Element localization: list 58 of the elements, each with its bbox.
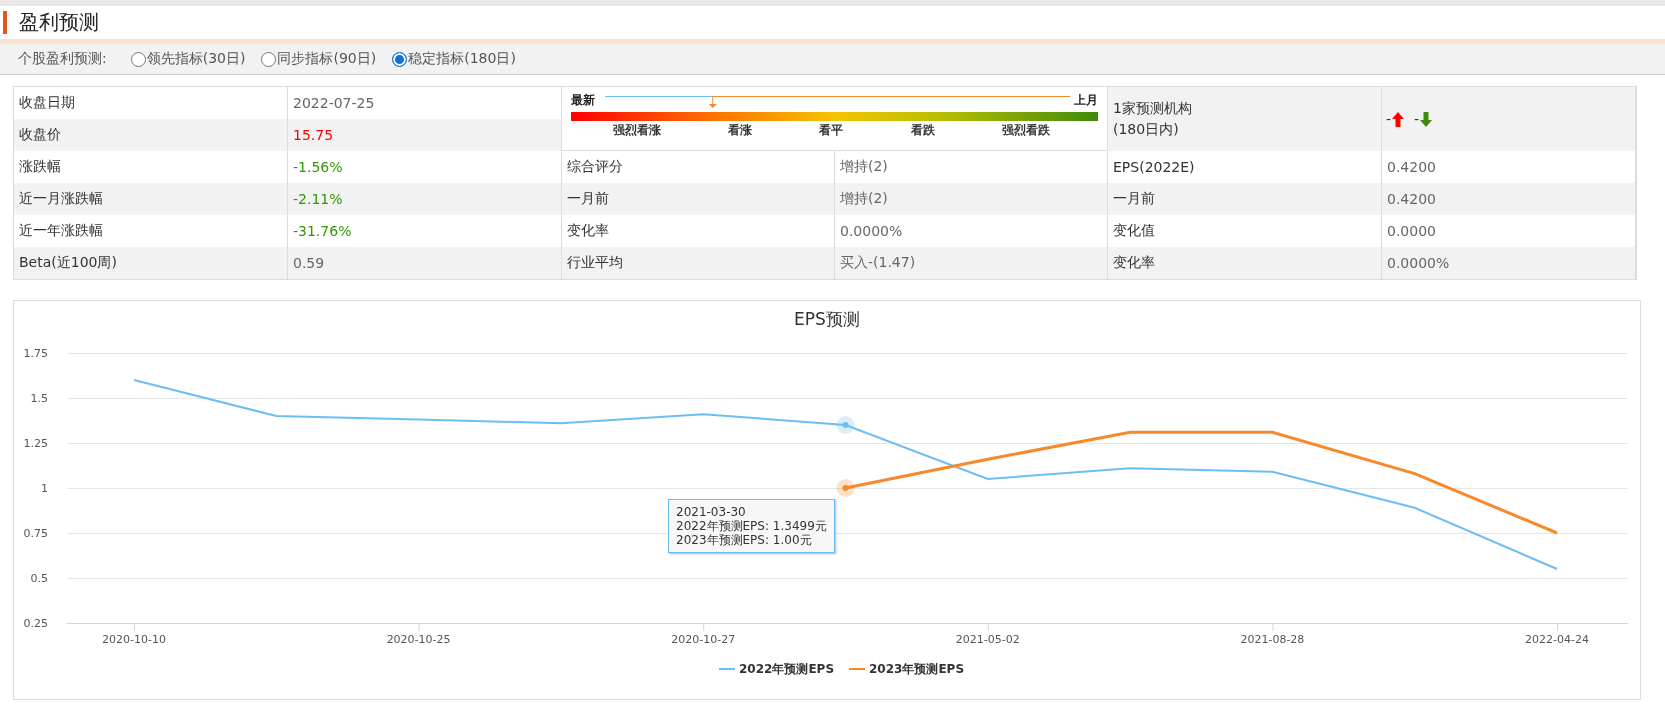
x-axis-label: 2020-10-27: [671, 633, 736, 646]
institution-count: 1家预测机构: [1113, 99, 1192, 118]
x-axis-label: 2020-10-25: [386, 633, 451, 646]
row-value: 增持(2): [835, 183, 1108, 215]
radio-option[interactable]: 同步指标(90日): [261, 50, 377, 68]
x-axis-label: 2021-05-02: [955, 633, 1020, 646]
up-arrow-icon: [1392, 111, 1405, 127]
y-axis-label: 1: [41, 482, 48, 495]
section-title: 盈利预测: [3, 11, 99, 34]
legend-item[interactable]: 2022年预测EPS: [718, 662, 835, 676]
y-axis-label: 0.25: [23, 617, 48, 630]
legend-label: 2022年预测EPS: [739, 662, 835, 676]
gauge-end-label: 上月: [1074, 92, 1098, 109]
radio-option[interactable]: 领先指标(30日): [130, 50, 246, 68]
legend-item[interactable]: 2023年预测EPS: [848, 662, 965, 676]
change-count: -: [1414, 111, 1420, 127]
row-value: 0.59: [288, 247, 562, 279]
row-label: 行业平均: [562, 247, 835, 279]
scale-label: 看跌: [910, 122, 935, 139]
row-value: 买入-(1.47): [835, 247, 1108, 279]
x-axis-label: 2021-08-28: [1240, 633, 1305, 646]
row-label: Beta(近100周): [14, 247, 288, 279]
y-axis-label: 1.75: [23, 347, 48, 360]
scale-label: 看涨: [728, 122, 753, 139]
tooltip-line: 2023年预测EPS: 1.00元: [676, 533, 813, 547]
row-label: 一月前: [562, 183, 835, 215]
row-label: 近一月涨跌幅: [14, 183, 288, 215]
row-value: 0.0000%: [1382, 247, 1636, 279]
scale-label: 强烈看涨: [612, 122, 661, 139]
scale-label: 强烈看跌: [1002, 122, 1051, 139]
tooltip-line: 2022年预测EPS: 1.3499元: [676, 519, 827, 533]
chart-title: EPS预测: [794, 309, 860, 329]
radio-button[interactable]: [261, 51, 277, 67]
y-axis-label: 1.5: [30, 392, 48, 405]
x-axis-label: 2022-04-24: [1525, 633, 1589, 646]
down-arrow-icon: [1420, 111, 1433, 127]
y-axis-label: 0.75: [23, 527, 48, 540]
radio-option[interactable]: 稳定指标(180日): [392, 50, 516, 68]
institution-count: (180日内): [1113, 120, 1179, 139]
scale-label: 看平: [819, 122, 844, 139]
row-label: 收盘价: [14, 119, 288, 151]
change-count: -: [1386, 111, 1392, 127]
radio-button[interactable]: [392, 51, 408, 67]
filter-label: 个股盈利预测:: [18, 50, 107, 68]
row-value: 0.4200: [1382, 183, 1636, 215]
y-axis-label: 0.5: [30, 572, 48, 585]
legend-label: 2023年预测EPS: [869, 662, 965, 676]
x-axis-label: 2020-10-10: [102, 633, 166, 646]
hover-point-marker: [836, 416, 855, 434]
row-value: -2.11%: [288, 183, 562, 215]
row-value: 15.75: [288, 119, 562, 151]
row-label: 变化率: [1108, 247, 1382, 279]
row-label: 一月前: [1108, 183, 1382, 215]
hover-point-marker: [836, 479, 855, 497]
tooltip-line: 2021-03-30: [676, 505, 747, 519]
gauge-start-label: 最新: [571, 92, 595, 109]
y-axis-label: 1.25: [23, 437, 48, 450]
radio-button[interactable]: [130, 51, 146, 67]
